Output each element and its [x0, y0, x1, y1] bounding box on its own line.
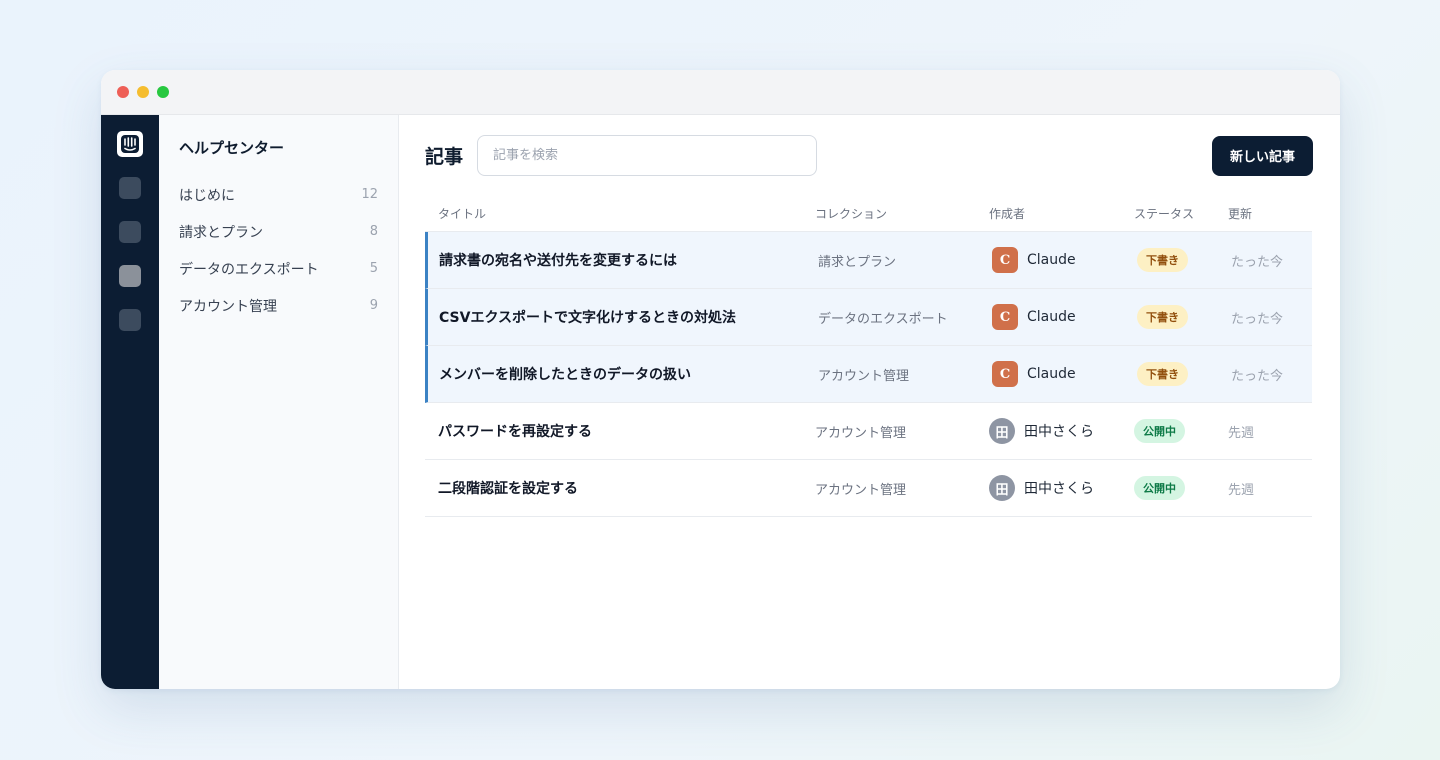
- sidebar-title: ヘルプセンター: [179, 139, 285, 157]
- app-window: ヘルプセンター はじめに 12 請求とプラン 8 データのエクスポート 5 アカ…: [101, 70, 1340, 689]
- table-row[interactable]: パスワードを再設定する アカウント管理 田 田中さくら 公開中 先週: [425, 403, 1312, 460]
- rail-nav-item-1[interactable]: [119, 177, 141, 199]
- article-title[interactable]: パスワードを再設定する: [425, 421, 815, 441]
- sidebar-item-getting-started[interactable]: はじめに 12: [179, 176, 378, 213]
- article-collection: アカウント管理: [815, 482, 907, 498]
- article-author: C Claude: [992, 304, 1137, 330]
- close-window-button[interactable]: [117, 86, 129, 98]
- sidebar-item-label: データのエクスポート: [179, 261, 319, 278]
- sidebar-item-count: 8: [369, 224, 378, 239]
- articles-main: 記事 新しい記事 タイトル コレクション 作成者 ステータス 更新 請求書の宛名…: [399, 115, 1340, 689]
- help-center-sidebar: ヘルプセンター はじめに 12 請求とプラン 8 データのエクスポート 5 アカ…: [159, 115, 399, 689]
- article-updated: 先週: [1228, 425, 1255, 441]
- sidebar-item-label: はじめに: [179, 187, 235, 204]
- articles-toolbar: 記事 新しい記事: [425, 135, 1313, 176]
- minimize-window-button[interactable]: [137, 86, 149, 98]
- article-author: 田 田中さくら: [989, 418, 1134, 444]
- table-row[interactable]: 二段階認証を設定する アカウント管理 田 田中さくら 公開中 先週: [425, 460, 1312, 517]
- article-title[interactable]: 二段階認証を設定する: [425, 478, 815, 498]
- author-name: Claude: [1027, 252, 1076, 268]
- search-input[interactable]: [477, 135, 818, 176]
- sidebar-item-count: 9: [369, 298, 378, 313]
- column-header-author[interactable]: 作成者: [989, 205, 1134, 222]
- status-badge: 下書き: [1137, 362, 1188, 386]
- status-badge: 下書き: [1137, 305, 1188, 329]
- article-collection: 請求とプラン: [818, 254, 897, 270]
- article-collection: アカウント管理: [815, 425, 907, 441]
- avatar: C: [992, 247, 1018, 273]
- author-name: Claude: [1027, 366, 1076, 382]
- table-row[interactable]: 請求書の宛名や送付先を変更するには 請求とプラン C Claude 下書き たっ…: [425, 232, 1312, 289]
- author-name: 田中さくら: [1024, 481, 1094, 497]
- article-updated: たった今: [1231, 368, 1284, 384]
- table-row[interactable]: メンバーを削除したときのデータの扱い アカウント管理 C Claude 下書き …: [425, 346, 1312, 403]
- table-row[interactable]: CSVエクスポートで文字化けするときの対処法 データのエクスポート C Clau…: [425, 289, 1312, 346]
- article-author: 田 田中さくら: [989, 475, 1134, 501]
- article-title[interactable]: メンバーを削除したときのデータの扱い: [428, 364, 818, 384]
- page-title: 記事: [425, 146, 464, 168]
- article-collection: データのエクスポート: [818, 311, 948, 327]
- intercom-logo-icon[interactable]: [117, 131, 143, 157]
- article-author: C Claude: [992, 247, 1137, 273]
- rail-nav-item-2[interactable]: [119, 221, 141, 243]
- column-header-title[interactable]: タイトル: [425, 205, 815, 222]
- column-header-updated[interactable]: 更新: [1228, 205, 1312, 222]
- rail-nav-item-3[interactable]: [119, 265, 141, 287]
- sidebar-item-account[interactable]: アカウント管理 9: [179, 287, 378, 324]
- article-updated: たった今: [1231, 254, 1284, 270]
- rail-nav-item-4[interactable]: [119, 309, 141, 331]
- articles-table: タイトル コレクション 作成者 ステータス 更新 請求書の宛名や送付先を変更する…: [425, 196, 1312, 517]
- article-title[interactable]: CSVエクスポートで文字化けするときの対処法: [428, 307, 818, 327]
- status-badge: 公開中: [1134, 476, 1185, 500]
- author-name: 田中さくら: [1024, 424, 1094, 440]
- article-updated: 先週: [1228, 482, 1255, 498]
- column-header-collection[interactable]: コレクション: [815, 205, 989, 222]
- table-header: タイトル コレクション 作成者 ステータス 更新: [425, 196, 1312, 232]
- status-badge: 公開中: [1134, 419, 1185, 443]
- sidebar-item-data-export[interactable]: データのエクスポート 5: [179, 250, 378, 287]
- sidebar-item-label: アカウント管理: [179, 298, 277, 315]
- new-article-button[interactable]: 新しい記事: [1211, 135, 1313, 176]
- app-rail: [101, 115, 159, 689]
- status-badge: 下書き: [1137, 248, 1188, 272]
- article-title[interactable]: 請求書の宛名や送付先を変更するには: [428, 250, 818, 270]
- article-updated: たった今: [1231, 311, 1284, 327]
- sidebar-item-label: 請求とプラン: [179, 224, 263, 241]
- author-name: Claude: [1027, 309, 1076, 325]
- sidebar-item-count: 12: [361, 187, 378, 202]
- avatar: 田: [989, 418, 1015, 444]
- article-author: C Claude: [992, 361, 1137, 387]
- avatar: C: [992, 304, 1018, 330]
- maximize-window-button[interactable]: [157, 86, 169, 98]
- article-collection: アカウント管理: [818, 368, 910, 384]
- avatar: C: [992, 361, 1018, 387]
- window-titlebar: [101, 70, 1340, 115]
- column-header-status[interactable]: ステータス: [1134, 205, 1228, 222]
- sidebar-item-count: 5: [369, 261, 378, 276]
- avatar: 田: [989, 475, 1015, 501]
- sidebar-item-billing[interactable]: 請求とプラン 8: [179, 213, 378, 250]
